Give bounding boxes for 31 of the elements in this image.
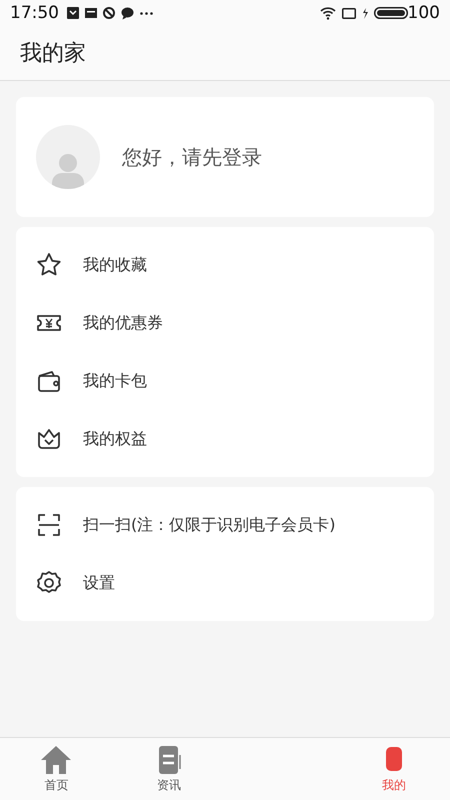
menu-item[interactable]: 扫一扫(注：仅限于识别电子会员卡)	[16, 496, 434, 554]
menu-label: 我的卡包	[83, 370, 147, 392]
page-title: 我的家	[20, 40, 86, 68]
notification-icon	[67, 7, 79, 19]
login-prompt: 您好，请先登录	[122, 144, 262, 170]
menu-item[interactable]: 我的优惠券	[16, 294, 434, 352]
nav-tab[interactable]: 首页	[0, 738, 112, 800]
menu-label: 我的权益	[83, 428, 147, 450]
nav-tab[interactable]: 我的	[338, 738, 450, 800]
battery-icon	[374, 7, 408, 19]
status-time: 17:50	[10, 3, 59, 23]
menu-item[interactable]: 我的权益	[16, 410, 434, 468]
more-icon	[140, 12, 153, 14]
nav-tab[interactable]: 资讯	[112, 738, 225, 800]
sim-icon	[342, 8, 356, 18]
news-notification-icon	[85, 8, 97, 18]
profile-card[interactable]: 您好，请先登录	[16, 97, 434, 217]
menu-label: 设置	[83, 572, 115, 594]
chat-bubble-icon	[121, 6, 134, 20]
menu-item[interactable]: 我的收藏	[16, 236, 434, 294]
charging-icon	[362, 8, 368, 18]
menu-label: 我的优惠券	[83, 312, 163, 334]
house-icon	[40, 744, 72, 774]
scan-icon	[35, 511, 63, 539]
do-not-disturb-icon	[103, 7, 115, 19]
menu-item[interactable]: 我的卡包	[16, 352, 434, 410]
battery-level: 100	[408, 3, 440, 23]
menu-label: 扫一扫(注：仅限于识别电子会员卡)	[83, 514, 336, 536]
menu-label: 我的收藏	[83, 254, 147, 276]
menu-item[interactable]: 设置	[16, 554, 434, 612]
wifi-icon	[320, 6, 336, 20]
